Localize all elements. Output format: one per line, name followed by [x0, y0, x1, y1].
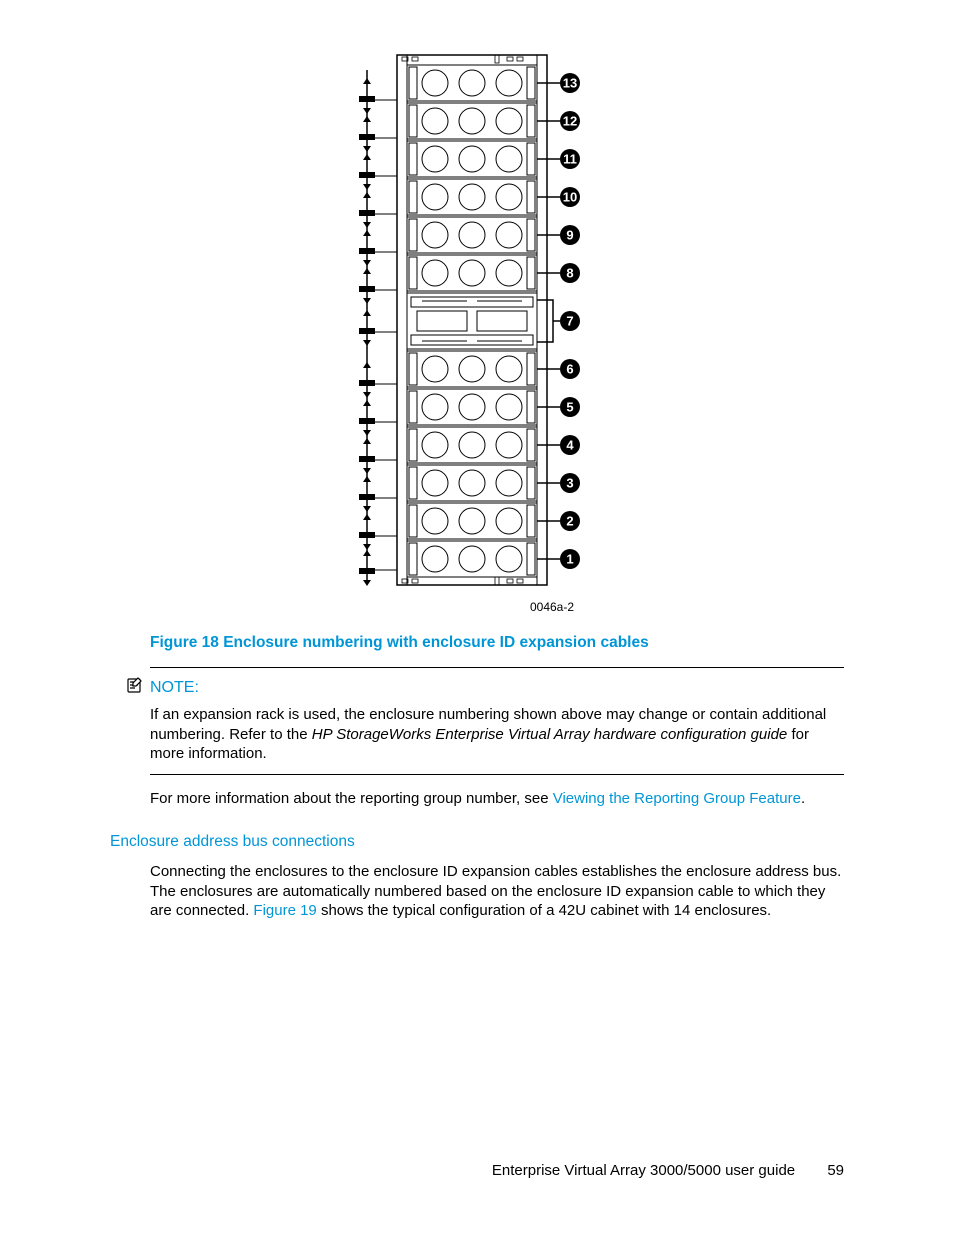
section-heading: Enclosure address bus connections: [110, 832, 844, 852]
callout-5: 5: [566, 400, 573, 415]
after-note-paragraph: For more information about the reporting…: [150, 789, 844, 809]
callout-1: 1: [566, 552, 573, 567]
note-block: NOTE: If an expansion rack is used, the …: [150, 667, 844, 774]
figure-diagram: 13 12 11 10 9 8 7 6 5 4 3 2 1 0046a-2: [110, 50, 844, 615]
footer-title: Enterprise Virtual Array 3000/5000 user …: [492, 1162, 795, 1179]
enclosure-rack-svg: 13 12 11 10 9 8 7 6 5 4 3 2 1: [347, 50, 607, 590]
callout-6: 6: [566, 362, 573, 377]
note-text-italic: HP StorageWorks Enterprise Virtual Array…: [312, 726, 788, 743]
figure-19-link[interactable]: Figure 19: [253, 902, 316, 919]
callout-10: 10: [563, 190, 577, 205]
figure-caption: Figure 18 Enclosure numbering with enclo…: [150, 633, 844, 653]
note-icon: [126, 676, 144, 701]
callout-8: 8: [566, 266, 573, 281]
callout-3: 3: [566, 476, 573, 491]
callouts: 13 12 11 10 9 8 7 6 5 4 3 2 1: [537, 73, 580, 569]
page-number: 59: [827, 1162, 844, 1179]
callout-11: 11: [563, 152, 577, 167]
callout-4: 4: [566, 438, 574, 453]
callout-12: 12: [563, 114, 577, 129]
reporting-group-link[interactable]: Viewing the Reporting Group Feature: [553, 790, 801, 807]
page-footer: Enterprise Virtual Array 3000/5000 user …: [492, 1161, 844, 1181]
after-note-suffix: .: [801, 790, 805, 807]
section-body: Connecting the enclosures to the enclosu…: [150, 862, 844, 921]
callout-13: 13: [563, 76, 577, 91]
callout-9: 9: [566, 228, 573, 243]
callout-7: 7: [566, 314, 573, 329]
note-text: If an expansion rack is used, the enclos…: [150, 705, 844, 764]
after-note-text: For more information about the reporting…: [150, 790, 553, 807]
figure-image-id: 0046a-2: [260, 600, 844, 616]
callout-2: 2: [566, 514, 573, 529]
note-label: NOTE:: [150, 678, 199, 699]
section-body-post: shows the typical configuration of a 42U…: [317, 902, 771, 919]
